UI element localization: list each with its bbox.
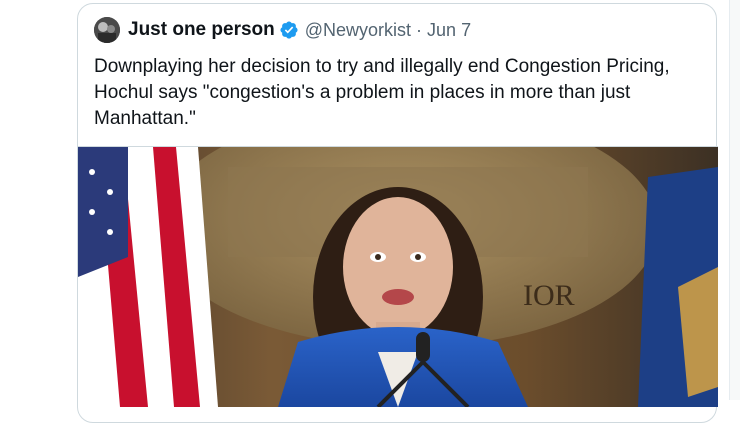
separator-dot: ·: [416, 19, 423, 40]
user-handle[interactable]: @Newyorkist: [305, 20, 411, 41]
avatar[interactable]: [94, 17, 120, 43]
tweet-video[interactable]: IOR: [78, 146, 718, 407]
scrollbar-track[interactable]: [729, 0, 740, 400]
tweet-card[interactable]: Just one person @Newyorkist · Jun 7 Down…: [77, 3, 718, 423]
seal-lettering: IOR: [523, 279, 575, 312]
verified-badge-icon: [280, 21, 298, 39]
tweet-header: Just one person @Newyorkist · Jun 7: [94, 17, 471, 43]
video-frame: IOR: [78, 147, 718, 407]
display-name[interactable]: Just one person: [128, 19, 275, 41]
tweet-date[interactable]: Jun 7: [427, 20, 471, 41]
tweet-text: Downplaying her decision to try and ille…: [94, 56, 670, 129]
